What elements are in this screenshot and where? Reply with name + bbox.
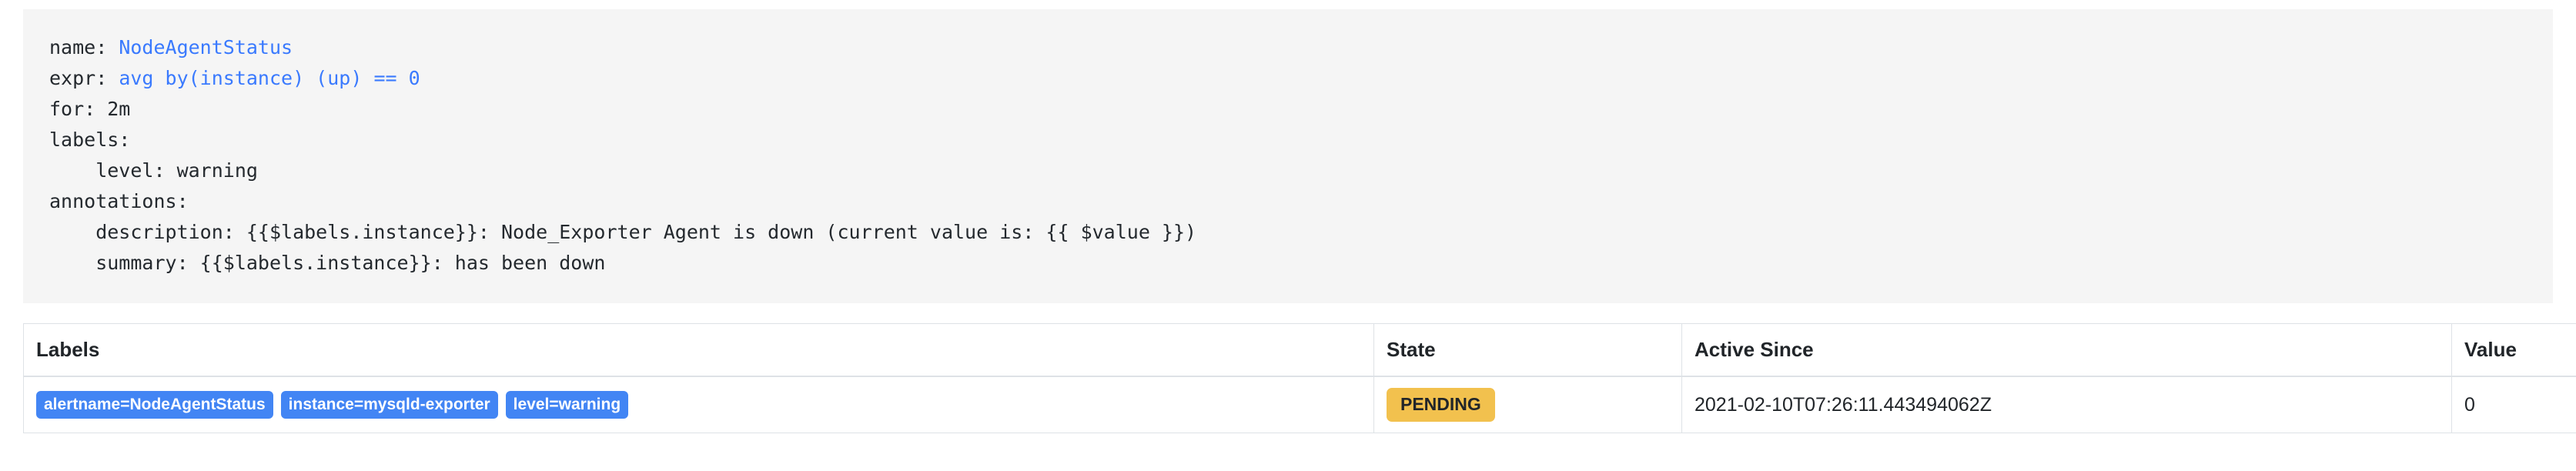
- label-badge-level[interactable]: level=warning: [506, 391, 628, 419]
- value-cell: 0: [2452, 376, 2576, 433]
- labels-cell: alertname=NodeAgentStatus instance=mysqld…: [24, 376, 1374, 433]
- alerts-table-body: alertname=NodeAgentStatus instance=mysqld…: [24, 376, 2576, 433]
- rule-line-labels: labels:: [49, 125, 2527, 155]
- table-row: alertname=NodeAgentStatus instance=mysqld…: [24, 376, 2576, 433]
- alert-rule-page: name: NodeAgentStatus expr: avg by(insta…: [0, 9, 2576, 471]
- rule-line-summary: summary: {{$labels.instance}}: has been …: [49, 248, 2527, 279]
- column-header-labels[interactable]: Labels: [24, 324, 1374, 377]
- rule-definition-block: name: NodeAgentStatus expr: avg by(insta…: [23, 9, 2553, 303]
- status-badge: PENDING: [1387, 388, 1495, 422]
- rule-expr-value[interactable]: avg by(instance) (up) == 0: [119, 67, 420, 89]
- column-header-value[interactable]: Value: [2452, 324, 2576, 377]
- alerts-table: Labels State Active Since Value alertnam…: [23, 323, 2576, 433]
- rule-line-expr: expr: avg by(instance) (up) == 0: [49, 63, 2527, 94]
- label-badge-instance[interactable]: instance=mysqld-exporter: [281, 391, 498, 419]
- label-badge-alertname[interactable]: alertname=NodeAgentStatus: [36, 391, 273, 419]
- alerts-table-header-row: Labels State Active Since Value: [24, 324, 2576, 377]
- state-cell: PENDING: [1374, 376, 1682, 433]
- rule-line-for: for: 2m: [49, 94, 2527, 125]
- rule-expr-key: expr:: [49, 67, 119, 89]
- rule-line-annotations: annotations:: [49, 186, 2527, 217]
- alerts-table-head: Labels State Active Since Value: [24, 324, 2576, 377]
- rule-name-value: NodeAgentStatus: [119, 36, 293, 58]
- rule-line-level: level: warning: [49, 155, 2527, 186]
- column-header-state[interactable]: State: [1374, 324, 1682, 377]
- active-since-cell: 2021-02-10T07:26:11.443494062Z: [1682, 376, 2452, 433]
- rule-name-key: name:: [49, 36, 119, 58]
- rule-line-description: description: {{$labels.instance}}: Node_…: [49, 217, 2527, 248]
- rule-line-name: name: NodeAgentStatus: [49, 32, 2527, 63]
- column-header-active-since[interactable]: Active Since: [1682, 324, 2452, 377]
